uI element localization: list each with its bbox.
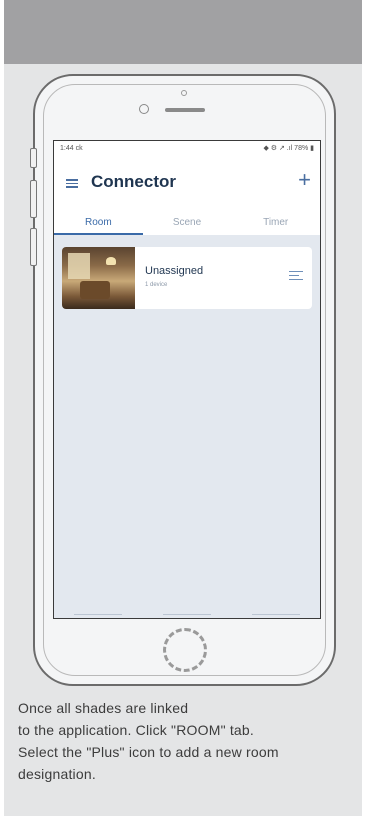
tab-timer[interactable]: Timer (231, 213, 320, 235)
instruction-caption: Once all shades are linked to the applic… (18, 697, 358, 785)
status-time: 1:44 ck (60, 144, 83, 152)
status-bar: 1:44 ck ◆ ⚙ ↗ .ıl 78% ▮ (54, 141, 320, 155)
hamburger-menu-icon[interactable] (66, 177, 78, 189)
caption-line-3: Select the "Plus" icon to add a new room (18, 744, 279, 760)
caption-line-4: designation. (18, 766, 96, 782)
room-photo (62, 247, 135, 309)
tab-room[interactable]: Room (54, 213, 143, 235)
status-indicators: ◆ ⚙ ↗ .ıl 78% ▮ (263, 145, 314, 152)
bottom-divider (54, 614, 320, 615)
phone-mute-switch (30, 148, 37, 168)
app-title: Connector (91, 172, 176, 191)
phone-speaker (165, 108, 205, 112)
phone-volume-down (30, 228, 37, 266)
tab-bar: Room Scene Timer (54, 213, 320, 235)
phone-screen: 1:44 ck ◆ ⚙ ↗ .ıl 78% ▮ Connector + Room… (53, 140, 321, 619)
caption-line-1: Once all shades are linked (18, 700, 189, 716)
tab-scene[interactable]: Scene (143, 213, 232, 235)
room-card-unassigned[interactable]: Unassigned 1 device (62, 247, 312, 309)
app-header: Connector + Room Scene Timer (54, 155, 320, 235)
add-room-plus-icon[interactable]: + (298, 169, 311, 191)
caption-line-2: to the application. Click "ROOM" tab. (18, 722, 254, 738)
room-device-count: 1 device (145, 282, 168, 288)
phone-sensor (181, 90, 187, 96)
phone-volume-up (30, 180, 37, 218)
phone-home-button[interactable] (163, 628, 207, 672)
top-banner (4, 0, 362, 64)
phone-camera (139, 104, 149, 114)
room-name: Unassigned (145, 265, 204, 277)
shade-control-icon[interactable] (289, 271, 303, 283)
